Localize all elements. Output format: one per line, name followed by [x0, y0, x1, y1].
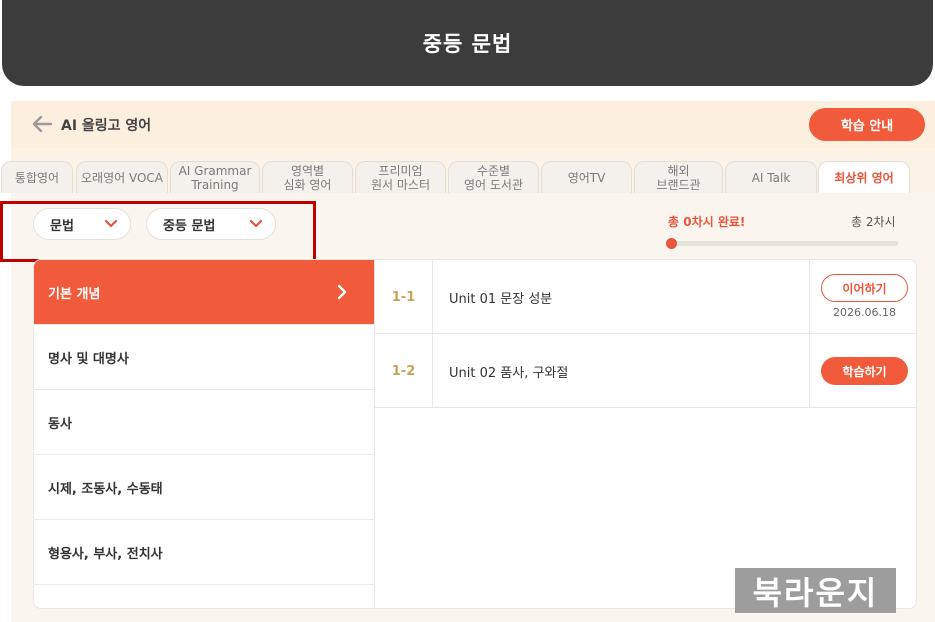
tab-voca[interactable]: 오래영어 VOCA [76, 161, 168, 193]
tab-library[interactable]: 수준별 영어 도서관 [448, 161, 539, 193]
learning-guide-button[interactable]: 학습 안내 [809, 108, 925, 141]
category-nouns-pronouns[interactable]: 명사 및 대명사 [34, 325, 374, 390]
unit-action-cell: 이어하기 2026.06.18 [809, 260, 916, 334]
unit-title: Unit 02 품사, 구와절 [449, 366, 569, 381]
category-verbs[interactable]: 동사 [34, 390, 374, 455]
arrow-left-icon[interactable] [31, 114, 53, 134]
tab-overseas-brands[interactable]: 해외 브랜드관 [634, 161, 723, 193]
watermark: 북라운지 [735, 568, 896, 613]
unit-number: 1-1 [375, 260, 433, 334]
banner-title: 중등 문법 [422, 32, 513, 56]
filter-highlight-box [0, 201, 316, 262]
chevron-right-icon [337, 284, 347, 300]
tab-top-english[interactable]: 최상위 영어 [818, 161, 910, 193]
unit-action-cell: 학습하기 [809, 334, 916, 408]
tab-ai-talk[interactable]: AI Talk [725, 161, 817, 193]
app-title: AI 올링고 영어 [61, 118, 152, 134]
progress-indicator [666, 238, 677, 249]
continue-button[interactable]: 이어하기 [821, 274, 908, 302]
app-header: AI 올링고 영어 학습 안내 [11, 101, 935, 148]
lesson-panel: 기본 개념 명사 및 대명사 동사 시제, 조동사, 수동태 형용사, 부사, … [33, 259, 917, 609]
unit-row: 1-1 Unit 01 문장 성분 이어하기 2026.06.18 [375, 260, 916, 334]
unit-date: 2026.06.18 [833, 306, 896, 319]
progress-bar [668, 241, 898, 246]
start-learning-button[interactable]: 학습하기 [821, 357, 908, 385]
category-tabs: 통합영어 오래영어 VOCA AI Grammar Training 영역별 심… [1, 161, 935, 193]
tab-premium-books[interactable]: 프리미엄 원서 마스터 [355, 161, 446, 193]
category-basic-concepts[interactable]: 기본 개념 [34, 260, 374, 325]
category-adj-adv-prep[interactable]: 형용사, 부사, 전치사 [34, 520, 374, 585]
tab-english-tv[interactable]: 영어TV [541, 161, 632, 193]
unit-title: Unit 01 문장 성분 [449, 292, 553, 307]
unit-number: 1-2 [375, 334, 433, 408]
tab-ai-grammar[interactable]: AI Grammar Training [170, 161, 260, 193]
progress-completed-text: 총 0차시 완료! [668, 215, 746, 229]
progress-total-text: 총 2차시 [851, 215, 896, 229]
tab-advanced-english[interactable]: 영역별 심화 영어 [262, 161, 353, 193]
category-tense-modal-passive[interactable]: 시제, 조동사, 수동태 [34, 455, 374, 520]
unit-row: 1-2 Unit 02 품사, 구와절 학습하기 [375, 334, 916, 408]
tab-integrated-english[interactable]: 통합영어 [1, 161, 73, 193]
app-window: AI 올링고 영어 학습 안내 통합영어 오래영어 VOCA AI Gramma… [0, 101, 935, 622]
top-banner: 중등 문법 [2, 0, 933, 86]
